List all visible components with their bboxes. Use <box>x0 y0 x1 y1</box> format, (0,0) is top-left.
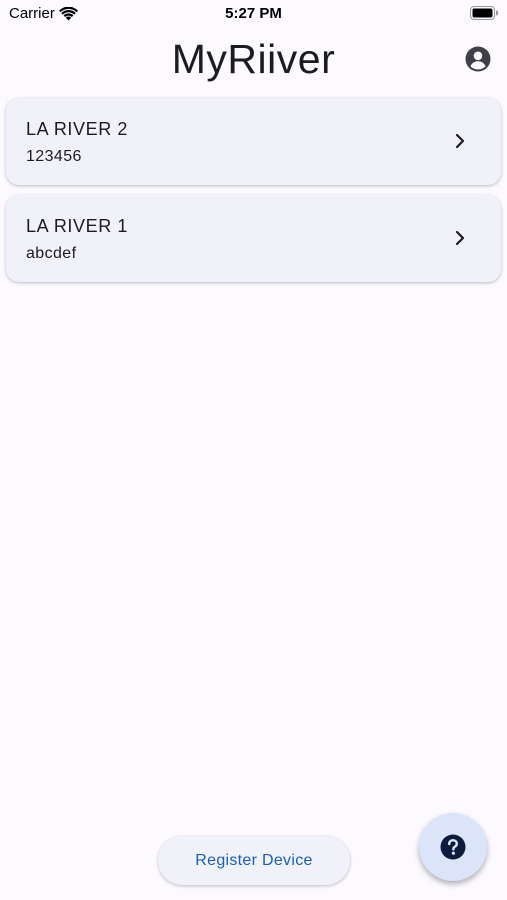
device-card[interactable]: LA RIVER 2 123456 <box>6 98 501 185</box>
device-code: 123456 <box>26 148 82 165</box>
battery-icon <box>470 6 498 20</box>
status-time: 5:27 PM <box>225 5 282 22</box>
status-bar: Carrier 5:27 PM <box>0 0 507 28</box>
profile-button[interactable] <box>465 46 491 72</box>
device-name: LA RIVER 1 <box>26 216 129 236</box>
app-title: MyRiiver <box>171 36 336 82</box>
chevron-right-icon <box>455 230 465 246</box>
device-code: abcdef <box>26 245 77 262</box>
chevron-right-icon <box>455 133 465 149</box>
account-circle-icon <box>465 46 491 72</box>
help-button[interactable] <box>419 813 487 881</box>
help-circle-icon <box>440 834 466 860</box>
device-card[interactable]: LA RIVER 1 abcdef <box>6 195 501 282</box>
device-list: LA RIVER 2 123456 LA RIVER 1 abcdef <box>6 98 501 292</box>
device-name: LA RIVER 2 <box>26 119 129 139</box>
register-device-button[interactable]: Register Device <box>158 836 350 885</box>
